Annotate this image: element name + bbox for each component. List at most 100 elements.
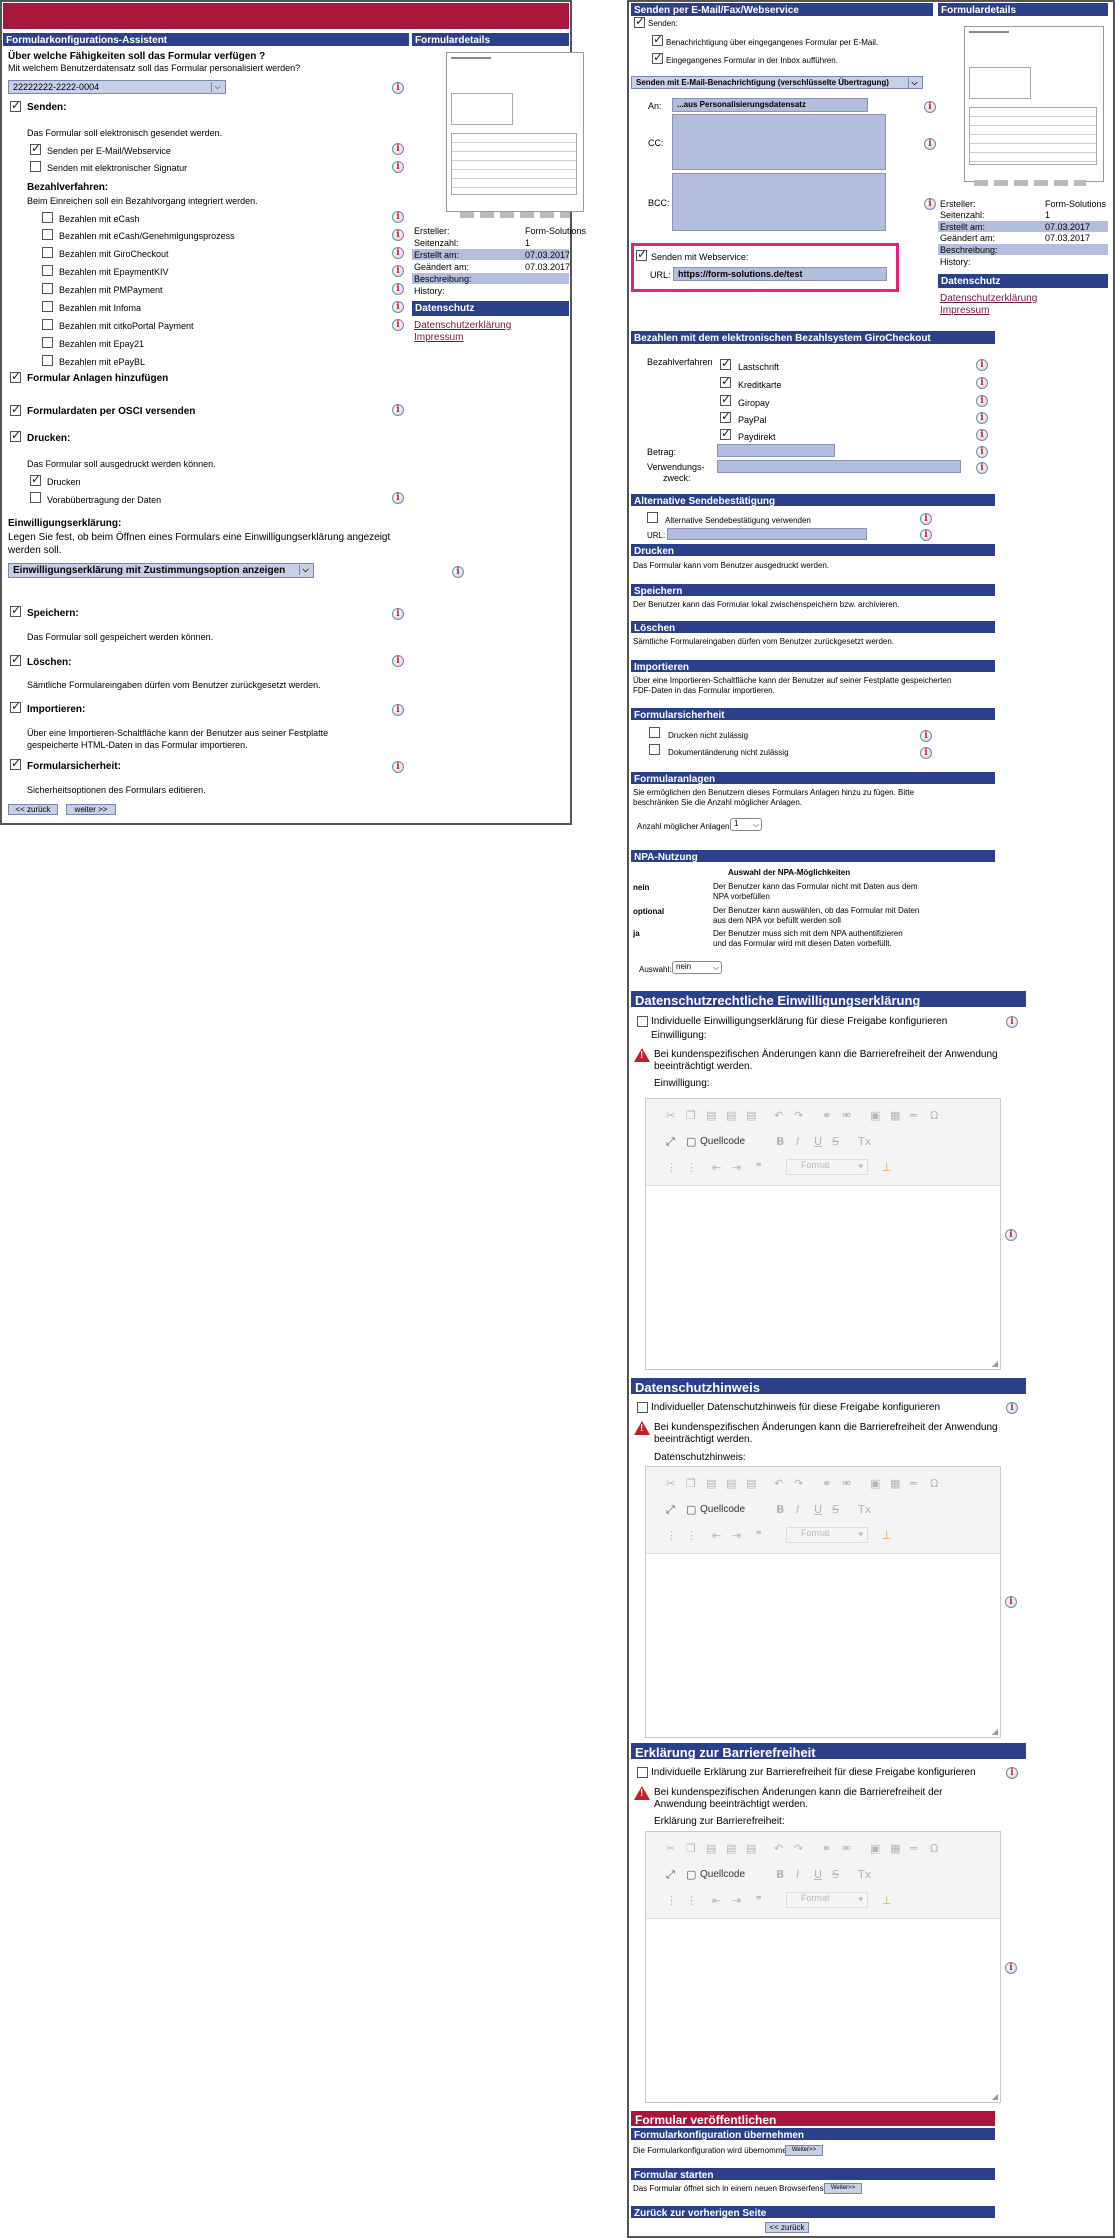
an-area[interactable] bbox=[672, 114, 886, 170]
method-checkbox[interactable] bbox=[720, 356, 731, 370]
unlink-icon[interactable]: ⚮ bbox=[842, 1842, 851, 1855]
chevron-down-icon[interactable]: ⌵ bbox=[211, 82, 223, 92]
drucken-sub-checkbox[interactable] bbox=[30, 472, 41, 486]
sicher-checkbox[interactable] bbox=[649, 727, 660, 738]
paste-icon[interactable]: ▤ bbox=[706, 1842, 716, 1855]
method-checkbox[interactable] bbox=[720, 426, 731, 440]
underline-icon[interactable]: U bbox=[814, 1503, 822, 1516]
outdent-icon[interactable]: ⇤ bbox=[712, 1161, 721, 1174]
undo-icon[interactable]: ↶ bbox=[774, 1477, 783, 1490]
info-icon[interactable]: i bbox=[924, 101, 936, 113]
info-icon[interactable]: i bbox=[924, 138, 936, 150]
underline-icon[interactable]: U bbox=[814, 1868, 822, 1881]
redo-icon[interactable]: ↷ bbox=[794, 1109, 803, 1122]
copy-icon[interactable]: ❐ bbox=[686, 1109, 696, 1122]
maximize-icon[interactable]: ⤢ bbox=[666, 1135, 675, 1149]
pay-checkbox[interactable] bbox=[42, 355, 53, 366]
cut-icon[interactable]: ✂ bbox=[666, 1109, 675, 1122]
table-icon[interactable]: ▦ bbox=[890, 1477, 900, 1490]
hr-icon[interactable]: ═ bbox=[910, 1109, 917, 1122]
info-icon[interactable]: i bbox=[392, 319, 404, 331]
osci-checkbox[interactable] bbox=[10, 402, 21, 416]
info-icon[interactable]: i bbox=[392, 301, 404, 313]
datenschutz-link[interactable]: Datenschutzerklärung bbox=[414, 320, 511, 331]
strike-icon[interactable]: S bbox=[832, 1135, 839, 1148]
info-icon[interactable]: i bbox=[392, 82, 404, 94]
webservice-checkbox[interactable] bbox=[636, 247, 647, 261]
bullet-list-icon[interactable]: ⋮ bbox=[686, 1894, 697, 1907]
inbox-checkbox[interactable] bbox=[652, 50, 663, 64]
clear-format-icon[interactable]: Tx bbox=[858, 1135, 871, 1148]
bullet-list-icon[interactable]: ⋮ bbox=[686, 1529, 697, 1542]
anzahl-select[interactable]: 1 ⌵ bbox=[730, 818, 762, 831]
info-icon[interactable]: i bbox=[392, 283, 404, 295]
method-checkbox[interactable] bbox=[720, 374, 731, 388]
chevron-down-icon[interactable]: ⌵ bbox=[753, 820, 759, 830]
maximize-icon[interactable]: ⤢ bbox=[666, 1503, 675, 1517]
special-char-icon[interactable]: Ω bbox=[930, 1109, 938, 1122]
ds-einw-checkbox[interactable] bbox=[637, 1016, 648, 1027]
source-icon[interactable]: ▢ bbox=[686, 1868, 696, 1881]
chevron-down-icon[interactable]: ⌵ bbox=[299, 565, 311, 575]
redo-icon[interactable]: ↷ bbox=[794, 1842, 803, 1855]
chevron-down-icon[interactable]: ▾ bbox=[858, 1894, 863, 1905]
undo-icon[interactable]: ↶ bbox=[774, 1842, 783, 1855]
info-icon[interactable]: i bbox=[920, 747, 932, 759]
indent-icon[interactable]: ⇥ bbox=[732, 1529, 741, 1542]
cut-icon[interactable]: ✂ bbox=[666, 1842, 675, 1855]
alt-checkbox[interactable] bbox=[647, 512, 658, 523]
pay-checkbox[interactable] bbox=[42, 229, 53, 240]
senden-checkbox[interactable] bbox=[10, 98, 21, 112]
chevron-down-icon[interactable]: ⌵ bbox=[713, 963, 719, 973]
pay-checkbox[interactable] bbox=[42, 337, 53, 348]
info-icon[interactable]: i bbox=[924, 198, 936, 210]
rich-text-editor[interactable]: ✂ ❐ ▤ ▤ ▤ ↶ ↷ ⚭ ⚮ ▣ ▦ ═ Ω ⤢ ▢ Quellcode … bbox=[645, 1831, 1001, 2103]
auswahl-select[interactable]: nein ⌵ bbox=[672, 961, 722, 974]
info-icon[interactable]: i bbox=[392, 608, 404, 620]
pay-checkbox[interactable] bbox=[42, 283, 53, 294]
redo-icon[interactable]: ↷ bbox=[794, 1477, 803, 1490]
source-icon[interactable]: ▢ bbox=[686, 1503, 696, 1516]
method-checkbox[interactable] bbox=[720, 409, 731, 423]
source-label[interactable]: Quellcode bbox=[700, 1869, 745, 1880]
source-icon[interactable]: ▢ bbox=[686, 1135, 696, 1148]
rich-text-editor[interactable]: ✂ ❐ ▤ ▤ ▤ ↶ ↷ ⚭ ⚮ ▣ ▦ ═ Ω ⤢ ▢ Quellcode … bbox=[645, 1098, 1001, 1370]
paste-word-icon[interactable]: ▤ bbox=[746, 1109, 756, 1122]
send-mode-select[interactable]: Senden mit E-Mail-Benachrichtigung (vers… bbox=[631, 76, 923, 89]
resize-handle-icon[interactable]: ◢ bbox=[992, 1727, 998, 1736]
format-select[interactable]: Format ▾ bbox=[786, 1159, 868, 1175]
an-field[interactable]: ...aus Personalisierungsdatensatz bbox=[672, 98, 868, 112]
info-icon[interactable]: i bbox=[392, 265, 404, 277]
cut-icon[interactable]: ✂ bbox=[666, 1477, 675, 1490]
info-icon[interactable]: i bbox=[392, 492, 404, 504]
format-select[interactable]: Format ▾ bbox=[786, 1527, 868, 1543]
uebern-button[interactable]: Weiter>> bbox=[785, 2145, 823, 2156]
paint-icon[interactable]: ⊥ bbox=[882, 1529, 892, 1542]
indent-icon[interactable]: ⇥ bbox=[732, 1894, 741, 1907]
einwilligung-select[interactable]: Einwilligungserklärung mit Zustimmungsop… bbox=[8, 563, 314, 578]
info-icon[interactable]: i bbox=[392, 761, 404, 773]
blockquote-icon[interactable]: ❞ bbox=[756, 1894, 762, 1907]
info-icon[interactable]: i bbox=[452, 566, 464, 578]
rich-text-editor[interactable]: ✂ ❐ ▤ ▤ ▤ ↶ ↷ ⚭ ⚮ ▣ ▦ ═ Ω ⤢ ▢ Quellcode … bbox=[645, 1466, 1001, 1738]
paste-word-icon[interactable]: ▤ bbox=[746, 1477, 756, 1490]
sicher-checkbox[interactable] bbox=[10, 756, 21, 770]
unlink-icon[interactable]: ⚮ bbox=[842, 1477, 851, 1490]
hr-icon[interactable]: ═ bbox=[910, 1477, 917, 1490]
copy-icon[interactable]: ❐ bbox=[686, 1842, 696, 1855]
info-icon[interactable]: i bbox=[392, 229, 404, 241]
indent-icon[interactable]: ⇥ bbox=[732, 1161, 741, 1174]
next-button[interactable]: weiter >> bbox=[66, 804, 116, 815]
image-icon[interactable]: ▣ bbox=[870, 1109, 880, 1122]
chevron-down-icon[interactable]: ▾ bbox=[858, 1161, 863, 1172]
ds-hinweis-checkbox[interactable] bbox=[637, 1402, 648, 1413]
impressum-link[interactable]: Impressum bbox=[940, 305, 989, 316]
undo-icon[interactable]: ↶ bbox=[774, 1109, 783, 1122]
blockquote-icon[interactable]: ❞ bbox=[756, 1161, 762, 1174]
pay-checkbox[interactable] bbox=[42, 212, 53, 223]
numbered-list-icon[interactable]: ⋮ bbox=[666, 1161, 677, 1174]
info-icon[interactable]: i bbox=[920, 529, 932, 541]
back-button[interactable]: << zurück bbox=[765, 2222, 809, 2233]
table-icon[interactable]: ▦ bbox=[890, 1842, 900, 1855]
info-icon[interactable]: i bbox=[1005, 1596, 1017, 1608]
